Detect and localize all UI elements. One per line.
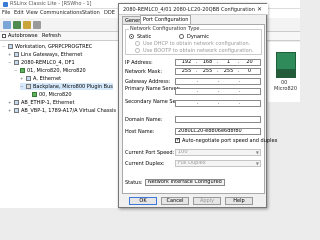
duplex-select[interactable]: Full Duplex ▼ bbox=[175, 160, 261, 167]
gateway-label: Gateway Address: bbox=[125, 79, 171, 85]
chevron-down-icon: ▼ bbox=[255, 150, 259, 155]
expand-icon[interactable]: + bbox=[8, 52, 13, 57]
rswho-icon[interactable] bbox=[13, 21, 21, 29]
computer-icon bbox=[8, 44, 13, 49]
gateway-field[interactable]: ... bbox=[175, 78, 261, 85]
micro820-module-icon[interactable] bbox=[276, 52, 296, 70]
duplex-label: Current Duplex: bbox=[125, 161, 165, 167]
ok-button[interactable]: OK bbox=[129, 197, 157, 205]
port-speed-select[interactable]: 100 ▼ bbox=[175, 149, 261, 156]
group-title: Network Configuration Type bbox=[129, 26, 201, 32]
bus-icon bbox=[26, 84, 31, 89]
app-title: RSLinx Classic Lite - [RSWho - 1] bbox=[10, 1, 92, 7]
tree-item-ab-ethip[interactable]: + AB_ETHIP-1, Ethernet bbox=[8, 99, 74, 106]
dynamic-radio[interactable] bbox=[179, 34, 184, 39]
primary-ns-field[interactable]: ... bbox=[175, 88, 261, 95]
dialog-title: 2080-REMLC0_4/01 2080-LC20-20QBB Configu… bbox=[123, 7, 255, 13]
chevron-down-icon: ▼ bbox=[255, 161, 259, 166]
menu-communications[interactable]: Communications bbox=[40, 10, 82, 16]
mask-octet-2: 255 bbox=[202, 68, 213, 74]
tree-item-micro820[interactable]: −01, Micro820, Micro820 bbox=[14, 67, 86, 74]
tree-item-remlc0[interactable]: −2080-REMLC0_4, DF1 bbox=[8, 59, 75, 66]
driver-icon bbox=[14, 108, 19, 113]
tree-item-micro820-slot[interactable]: 00, Micro820 bbox=[32, 91, 72, 98]
close-icon[interactable]: ✕ bbox=[255, 6, 264, 13]
device-tree: − Workstation, GPRPCPROGTREC + Linx Gatewa… bbox=[0, 41, 122, 208]
dhcp-label: Use DHCP to obtain network configuration… bbox=[143, 41, 251, 47]
plc-icon bbox=[32, 92, 37, 97]
bootp-radio[interactable] bbox=[135, 48, 140, 53]
ip-octet-2: 168 bbox=[202, 59, 213, 65]
tree-item-linx-gateways[interactable]: + Linx Gateways, Ethernet bbox=[8, 51, 82, 58]
host-label: Host Name: bbox=[125, 129, 155, 135]
apply-button[interactable]: Apply bbox=[193, 197, 221, 205]
expand-icon[interactable]: + bbox=[8, 100, 13, 105]
domain-name-field[interactable] bbox=[175, 116, 261, 123]
host-name-field[interactable]: 2080LC20-e8b06e6d8f80 bbox=[175, 128, 261, 135]
app-logo-icon bbox=[3, 2, 8, 7]
mask-octet-3: 255 bbox=[223, 68, 234, 74]
mask-label: Network Mask: bbox=[125, 69, 163, 75]
configure-drivers-icon[interactable] bbox=[23, 21, 31, 29]
driver-icon bbox=[14, 100, 19, 105]
autobrowse-label: Autobrowse bbox=[8, 33, 38, 39]
tab-port-configuration[interactable]: Port Configuration bbox=[140, 15, 192, 24]
help-icon[interactable] bbox=[33, 21, 41, 29]
ip-address-field[interactable]: 192 . 168 . 1 . 20 bbox=[175, 59, 261, 66]
cancel-button[interactable]: Cancel bbox=[161, 197, 189, 205]
menu-edit[interactable]: Edit bbox=[14, 10, 24, 16]
configuration-dialog: 2080-REMLC0_4/01 2080-LC20-20QBB Configu… bbox=[118, 3, 277, 208]
speed-label: Current Port Speed: bbox=[125, 150, 175, 156]
dhcp-radio[interactable] bbox=[135, 41, 140, 46]
menu-view[interactable]: View bbox=[26, 10, 38, 16]
ip-octet-1: 192 bbox=[181, 59, 192, 65]
tree-item-backplane[interactable]: − Backplane, Micro800 Plugin Bus bbox=[20, 83, 113, 90]
collapse-icon[interactable]: − bbox=[14, 68, 19, 73]
bootp-label: Use BOOTP to obtain network configuratio… bbox=[143, 48, 254, 54]
dynamic-label: Dynamic bbox=[187, 34, 210, 40]
ip-label: IP Address: bbox=[125, 60, 153, 66]
static-label: Static bbox=[137, 34, 152, 40]
mask-octet-1: 255 bbox=[181, 68, 192, 74]
autobrowse-checkbox[interactable] bbox=[2, 34, 6, 38]
ip-octet-4: 20 bbox=[246, 59, 253, 65]
network-icon bbox=[26, 76, 31, 81]
collapse-icon[interactable]: − bbox=[20, 84, 25, 89]
menu-dde[interactable]: DDE bbox=[104, 10, 115, 16]
auto-negotiate-label: Auto-negotiate port speed and duplex bbox=[182, 138, 278, 144]
mask-octet-4: 0 bbox=[247, 68, 252, 74]
collapse-icon[interactable]: − bbox=[8, 60, 13, 65]
status-field: Network Interface Configured bbox=[145, 179, 225, 186]
tree-item-workstation[interactable]: − Workstation, GPRPCPROGTREC bbox=[2, 43, 92, 50]
tree-item-ethernet[interactable]: + A, Ethernet bbox=[20, 75, 61, 82]
ip-octet-3: 1 bbox=[226, 59, 231, 65]
expand-icon[interactable]: + bbox=[20, 76, 25, 81]
refresh-button[interactable]: Refresh bbox=[42, 33, 61, 39]
static-radio[interactable] bbox=[129, 34, 134, 39]
plc-icon bbox=[20, 68, 25, 73]
primary-ns-label: Primary Name Server: bbox=[125, 86, 181, 92]
open-icon[interactable] bbox=[3, 21, 11, 29]
domain-label: Domain Name: bbox=[125, 117, 163, 123]
expand-icon[interactable]: + bbox=[8, 108, 13, 113]
dialog-titlebar: 2080-REMLC0_4/01 2080-LC20-20QBB Configu… bbox=[119, 4, 268, 15]
menu-station[interactable]: Station bbox=[82, 10, 100, 16]
help-button[interactable]: Help bbox=[225, 197, 253, 205]
device-label-name: Micro820 bbox=[274, 86, 298, 92]
module-base-icon bbox=[276, 70, 296, 78]
collapse-icon[interactable]: − bbox=[2, 44, 7, 49]
driver-icon bbox=[14, 60, 19, 65]
auto-negotiate-checkbox[interactable]: ✓ bbox=[175, 138, 180, 143]
network-icon bbox=[14, 52, 19, 57]
tree-item-ab-vbp[interactable]: + AB_VBP-1, 1789-A17/A Virtual Chassis bbox=[8, 107, 116, 114]
network-mask-field[interactable]: 255 . 255 . 255 . 0 bbox=[175, 68, 261, 75]
secondary-ns-field[interactable]: ... bbox=[175, 100, 261, 107]
status-label: Status: bbox=[125, 180, 143, 186]
menu-file[interactable]: File bbox=[2, 10, 10, 16]
